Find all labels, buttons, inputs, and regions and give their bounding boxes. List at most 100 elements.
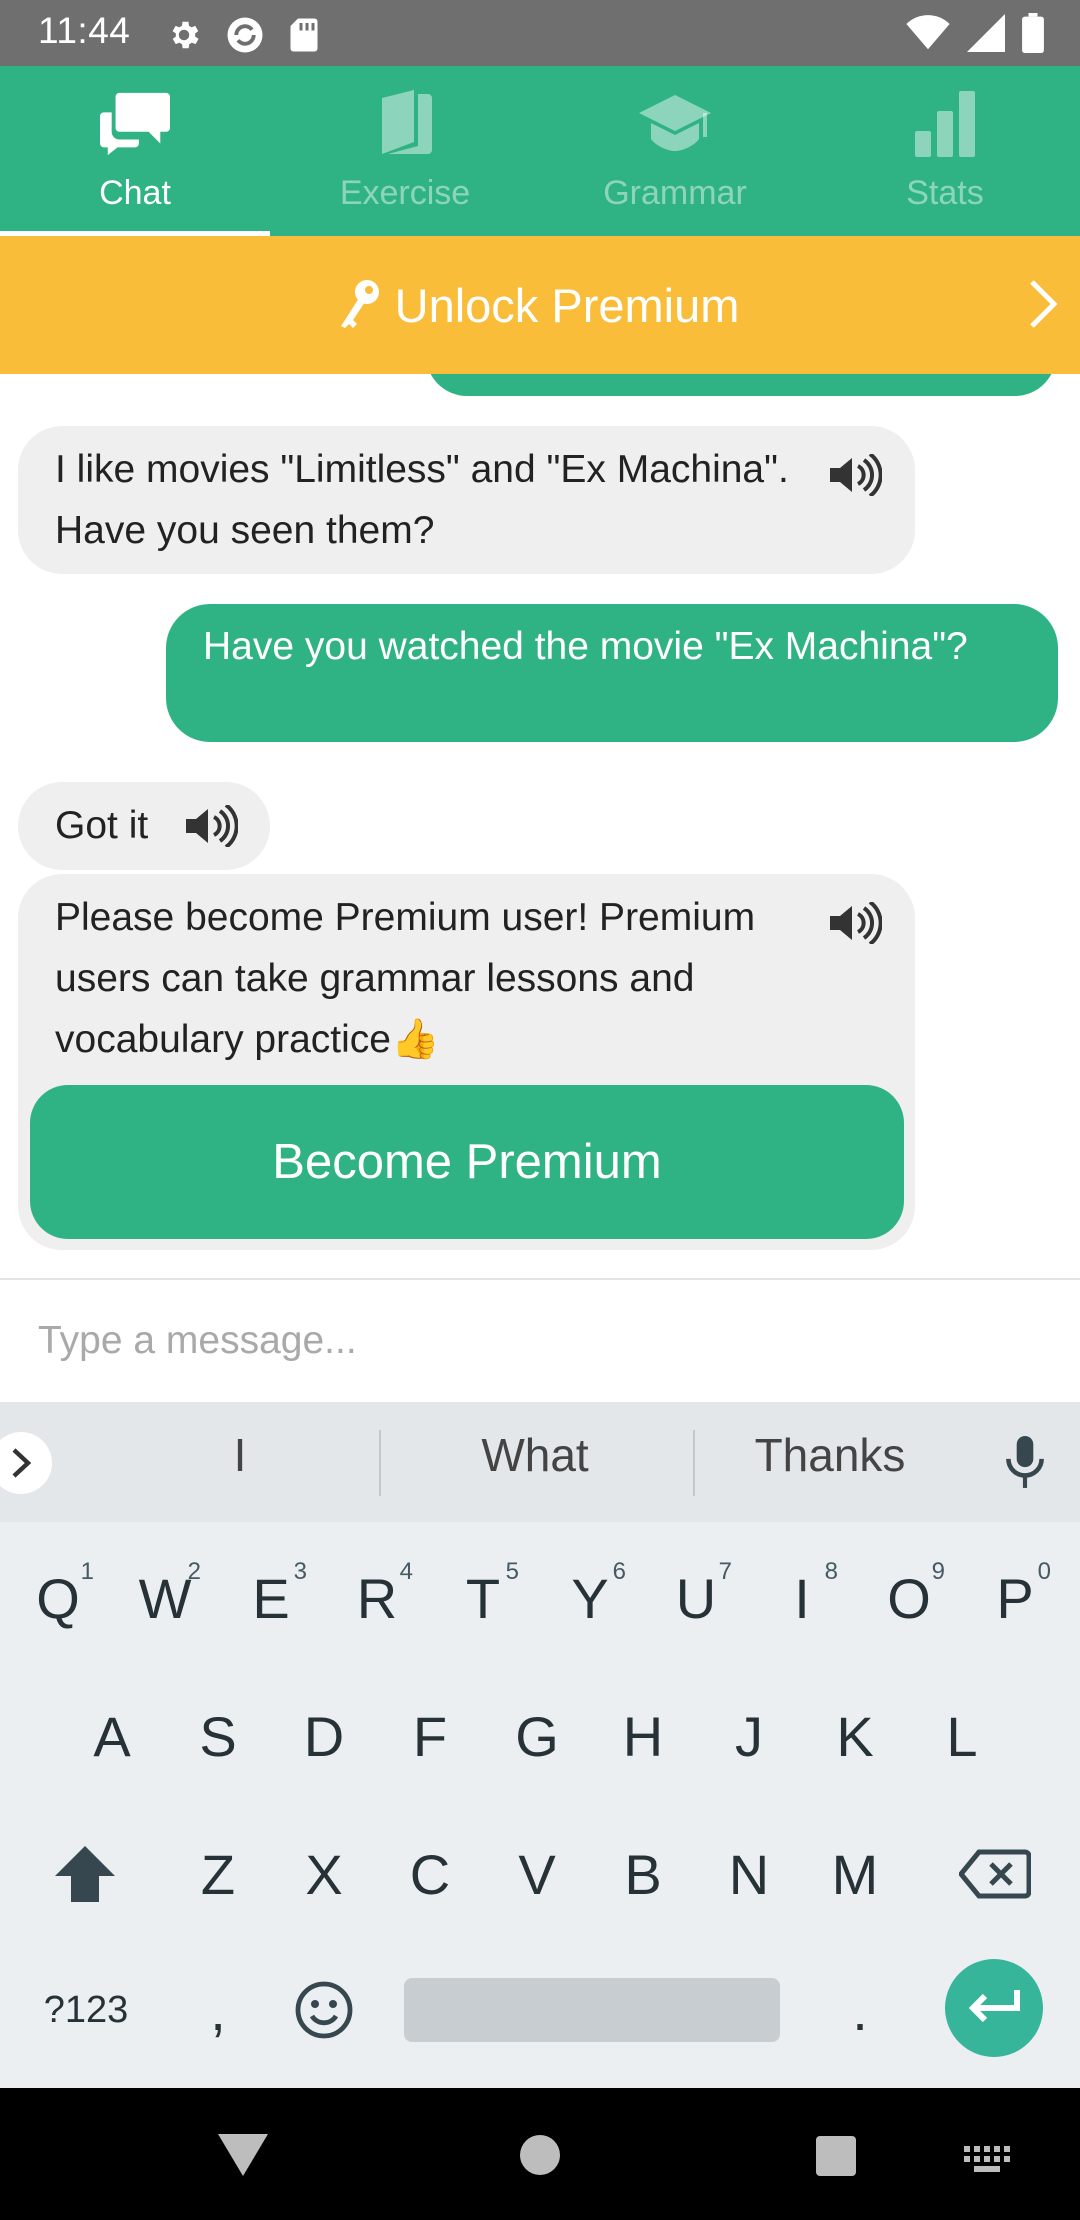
key-h[interactable]: H xyxy=(593,1676,693,1796)
key-hint: 9 xyxy=(931,1558,945,1585)
key-label: G xyxy=(515,1704,559,1768)
space-bar[interactable] xyxy=(404,1978,780,2042)
backspace-key[interactable] xyxy=(945,1814,1045,1934)
bot-message-text: I like movies "Limitless" and "Ex Machin… xyxy=(55,448,789,552)
keyboard-switch-icon[interactable] xyxy=(964,2146,1010,2172)
key-d[interactable]: D xyxy=(274,1676,374,1796)
symbols-key[interactable]: ?123 xyxy=(30,1950,142,2070)
key-s[interactable]: S xyxy=(168,1676,268,1796)
back-triangle-icon[interactable] xyxy=(218,2134,268,2176)
key-z[interactable]: Z xyxy=(168,1814,268,1934)
key-e[interactable]: E3 xyxy=(221,1538,321,1658)
book-icon xyxy=(365,84,445,164)
divider xyxy=(379,1430,381,1496)
key-label: C xyxy=(409,1842,451,1906)
key-g[interactable]: G xyxy=(487,1676,587,1796)
message-input[interactable] xyxy=(38,1306,1038,1376)
shift-key[interactable] xyxy=(35,1814,135,1934)
enter-key[interactable] xyxy=(945,1959,1043,2057)
tab-exercise-label: Exercise xyxy=(339,174,471,212)
bot-message: Got it xyxy=(18,782,270,870)
unlock-premium-label: Unlock Premium xyxy=(394,278,740,332)
key-a[interactable]: A xyxy=(62,1676,162,1796)
key-label: U xyxy=(675,1566,717,1630)
chat-bubbles-icon xyxy=(95,84,175,164)
key-r[interactable]: R4 xyxy=(327,1538,427,1658)
home-circle-icon[interactable] xyxy=(520,2135,560,2175)
key-u[interactable]: U7 xyxy=(646,1538,746,1658)
key-label: ?123 xyxy=(43,1988,129,2031)
key-q[interactable]: Q1 xyxy=(8,1538,108,1658)
key-label: I xyxy=(794,1566,810,1630)
key-icon xyxy=(340,280,379,328)
key-l[interactable]: L xyxy=(912,1676,1012,1796)
recents-square-icon[interactable] xyxy=(816,2136,856,2176)
cell-signal-icon xyxy=(967,14,1005,52)
key-b[interactable]: B xyxy=(593,1814,693,1934)
become-premium-button[interactable]: Become Premium xyxy=(30,1085,904,1239)
navigation-bar xyxy=(0,2088,1080,2220)
microphone-icon[interactable] xyxy=(1004,1436,1046,1490)
key-label: Q xyxy=(36,1566,80,1630)
key-p[interactable]: P0 xyxy=(965,1538,1065,1658)
backspace-icon xyxy=(959,1849,1031,1899)
tab-grammar-label: Grammar xyxy=(603,174,747,212)
key-label: F xyxy=(412,1704,448,1768)
key-o[interactable]: O9 xyxy=(859,1538,959,1658)
key-n[interactable]: N xyxy=(699,1814,799,1934)
emoji-face-icon xyxy=(295,1981,353,2039)
status-icons-left xyxy=(166,14,320,56)
key-t[interactable]: T5 xyxy=(433,1538,533,1658)
key-label: W xyxy=(138,1566,192,1630)
key-label: D xyxy=(303,1704,345,1768)
key-j[interactable]: J xyxy=(699,1676,799,1796)
key-v[interactable]: V xyxy=(487,1814,587,1934)
chat-messages[interactable]: I like movies "Limitless" and "Ex Machin… xyxy=(0,374,1080,1278)
key-label: X xyxy=(305,1842,343,1906)
sd-card-icon xyxy=(290,18,318,52)
key-y[interactable]: Y6 xyxy=(540,1538,640,1658)
key-w[interactable]: W2 xyxy=(115,1538,215,1658)
previous-user-message xyxy=(426,374,1056,396)
suggestion[interactable]: I xyxy=(190,1428,290,1482)
expand-toolbar-button[interactable] xyxy=(0,1432,52,1494)
key-k[interactable]: K xyxy=(805,1676,905,1796)
key-label: Y xyxy=(571,1566,609,1630)
shift-arrow-icon xyxy=(55,1846,115,1902)
tab-stats[interactable]: Stats xyxy=(810,66,1080,236)
unlock-premium-banner[interactable]: Unlock Premium xyxy=(0,236,1080,374)
key-hint: 7 xyxy=(718,1558,732,1585)
user-message-text: Have you watched the movie "Ex Machina"? xyxy=(203,625,968,668)
key-c[interactable]: C xyxy=(380,1814,480,1934)
tab-chat-label: Chat xyxy=(99,174,171,212)
enter-arrow-icon xyxy=(968,1990,1020,2023)
key-label: A xyxy=(93,1704,131,1768)
key-x[interactable]: X xyxy=(274,1814,374,1934)
key-label: V xyxy=(518,1842,556,1906)
tab-bar: Chat Exercise Grammar Stats xyxy=(0,66,1080,236)
emoji-key[interactable] xyxy=(274,1950,374,2070)
speaker-icon[interactable] xyxy=(830,454,882,496)
bot-message-text: Please become Premium user! Premium user… xyxy=(55,896,756,1061)
bot-message-text: Got it xyxy=(55,804,149,847)
speaker-icon[interactable] xyxy=(186,805,238,847)
key-f[interactable]: F xyxy=(380,1676,480,1796)
speaker-icon[interactable] xyxy=(830,902,882,944)
user-message: Have you watched the movie "Ex Machina"? xyxy=(166,604,1058,742)
status-bar: 11:44 xyxy=(0,0,1080,66)
key-hint: 1 xyxy=(80,1558,94,1585)
tab-grammar[interactable]: Grammar xyxy=(540,66,810,236)
tab-exercise[interactable]: Exercise xyxy=(270,66,540,236)
key-m[interactable]: M xyxy=(805,1814,905,1934)
key-label: M xyxy=(831,1842,879,1906)
bot-message: I like movies "Limitless" and "Ex Machin… xyxy=(18,426,915,574)
key-i[interactable]: I8 xyxy=(752,1538,852,1658)
status-icons-right xyxy=(906,13,1044,53)
suggestion[interactable]: What xyxy=(405,1428,665,1482)
suggestion[interactable]: Thanks xyxy=(700,1428,960,1482)
comma-key[interactable]: , xyxy=(168,1950,268,2070)
tab-chat[interactable]: Chat xyxy=(0,66,270,236)
period-key[interactable]: . xyxy=(810,1950,910,2070)
keyboard: I What Thanks Q1 W2 E3 R4 T5 Y6 U7 I8 O9… xyxy=(0,1402,1080,2088)
tab-stats-label: Stats xyxy=(906,174,984,212)
